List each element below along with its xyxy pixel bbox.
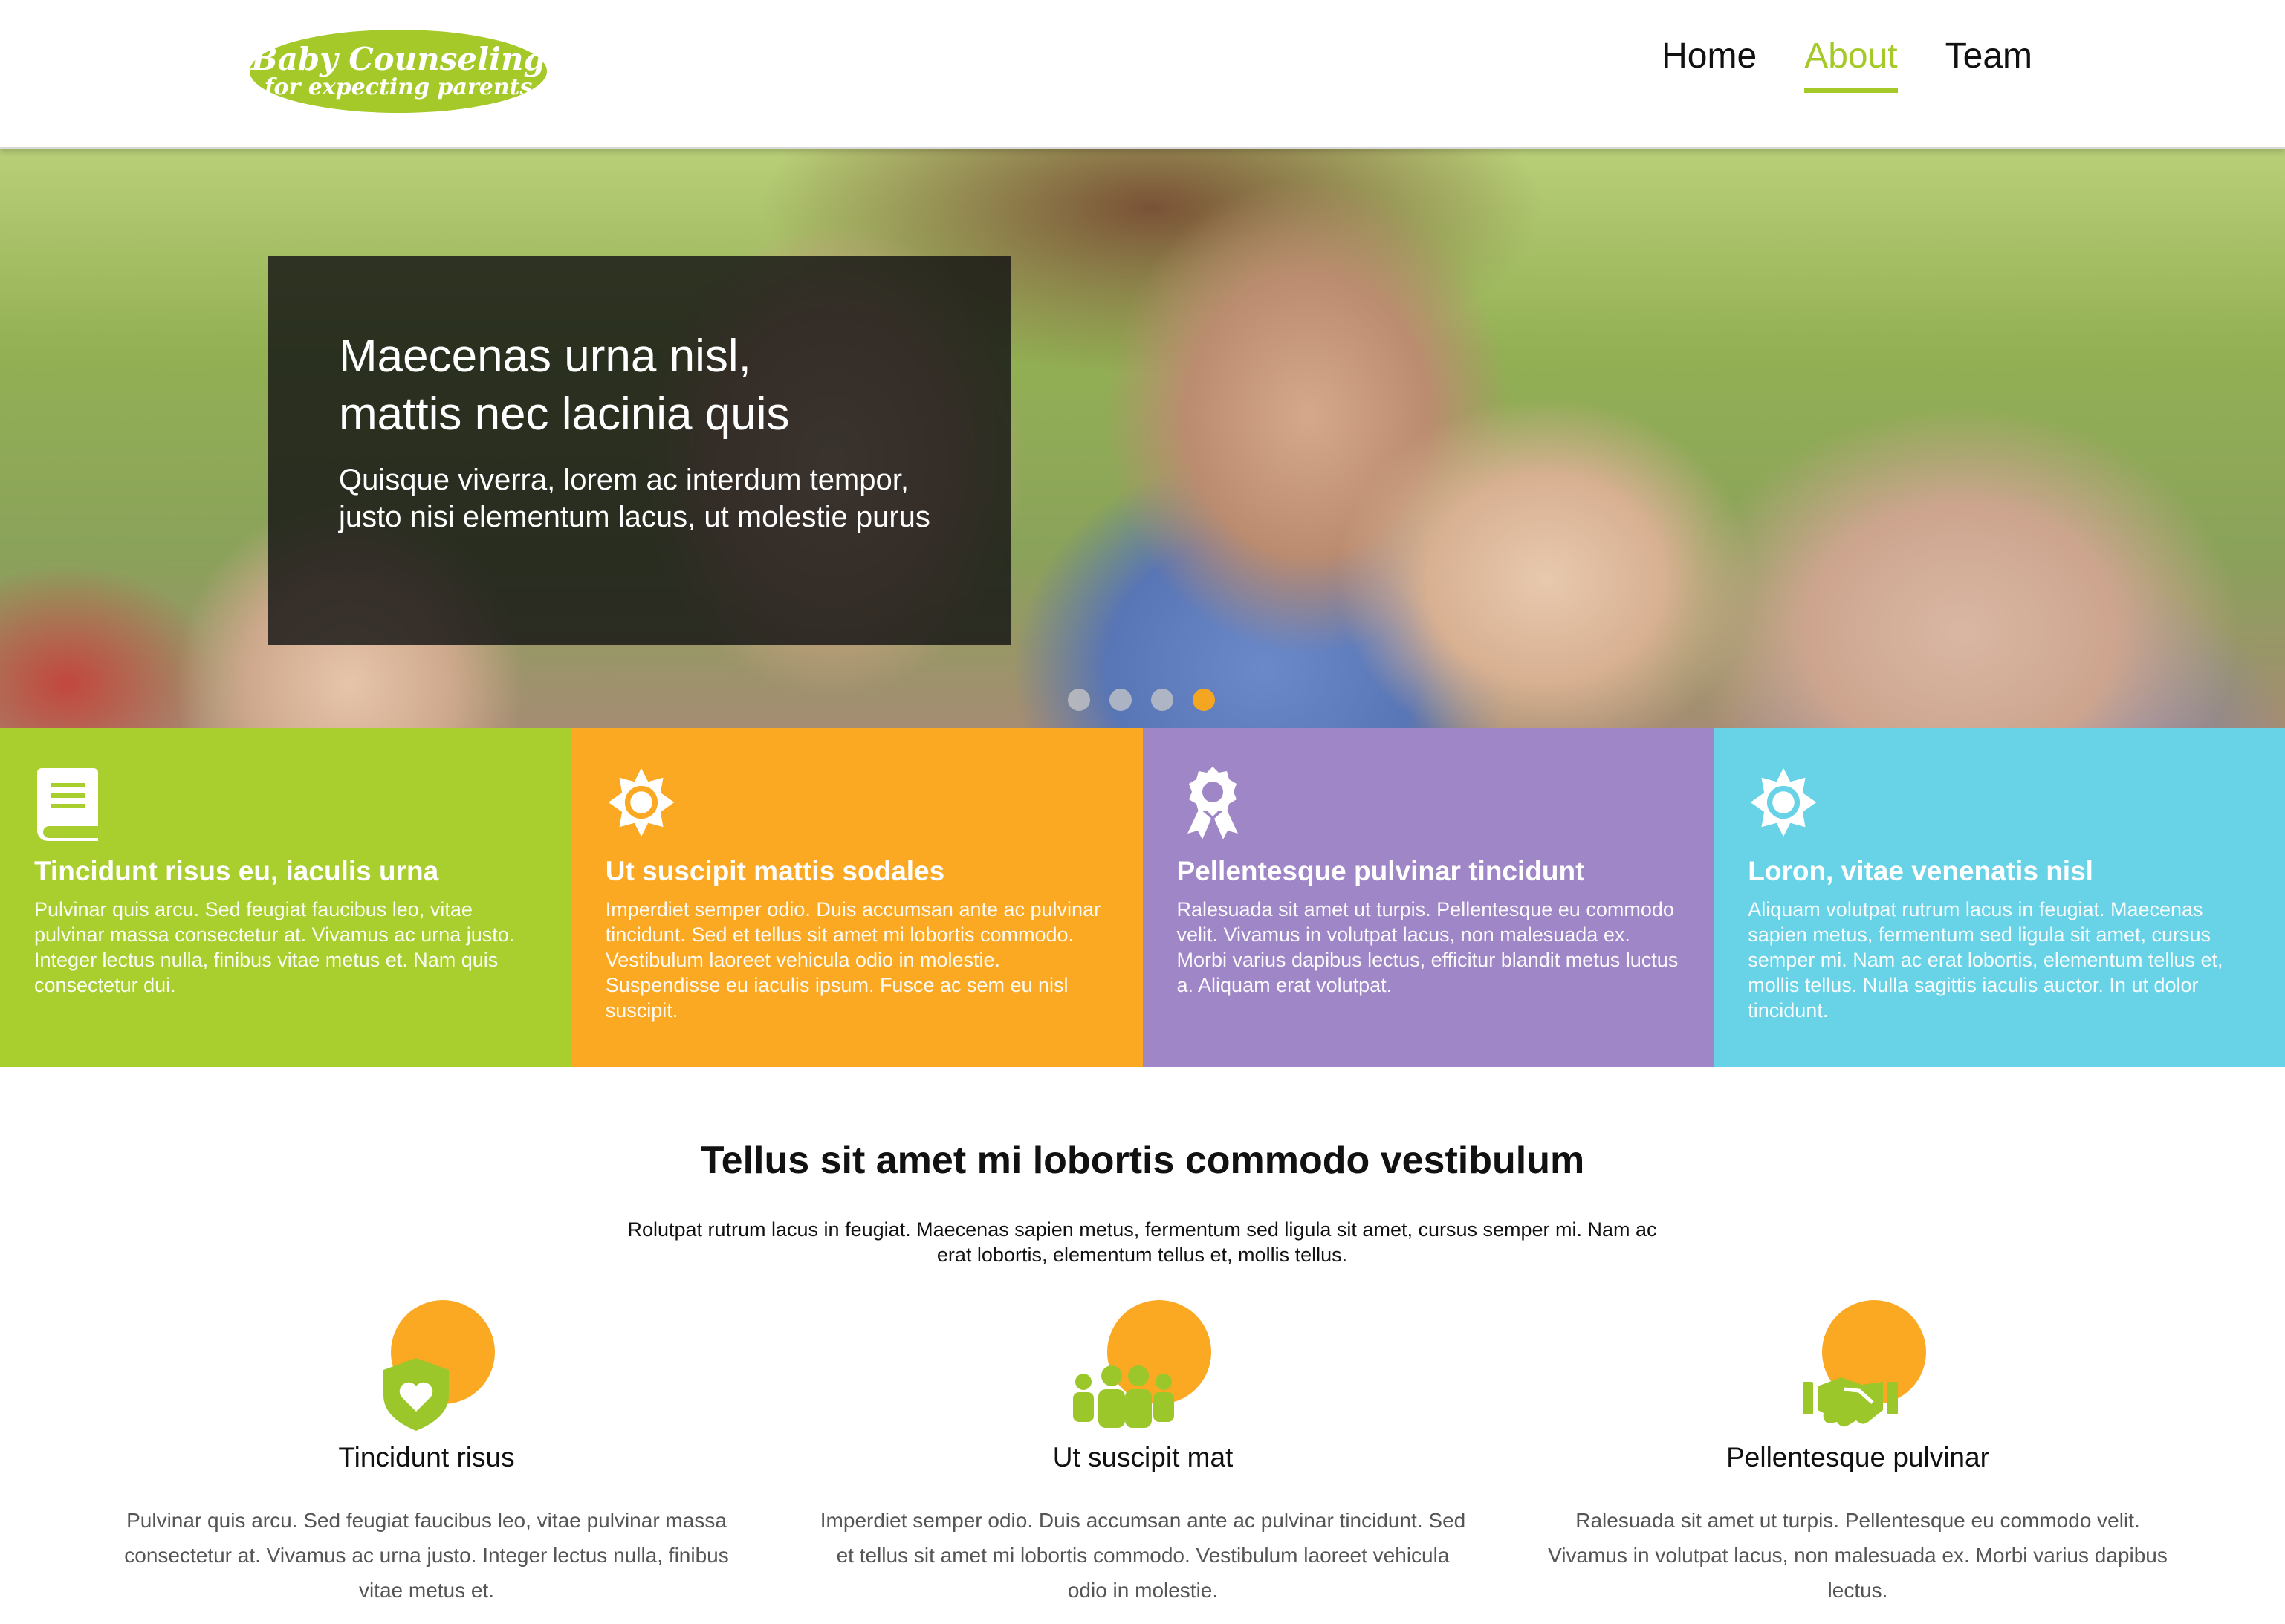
carousel-dot-2[interactable]	[1109, 689, 1132, 711]
feature-tile-3: Pellentesque pulvinar tincidunt Ralesuad…	[1142, 728, 1714, 1067]
service-columns: Tincidunt risus Pulvinar quis arcu. Sed …	[0, 1299, 2285, 1624]
carousel-dot-1[interactable]	[1068, 689, 1090, 711]
book-icon	[37, 768, 98, 841]
service-column-3: Pellentesque pulvinar Ralesuada sit amet…	[1523, 1299, 2192, 1608]
feature-tile-2: Ut suscipit mattis sodales Imperdiet sem…	[571, 728, 1143, 1067]
sun-icon	[608, 767, 675, 837]
services-section: Tellus sit amet mi lobortis commodo vest…	[0, 1067, 2285, 1624]
nav-about[interactable]: About	[1804, 36, 1899, 93]
feature-tile-title: Loron, vitae venenatis nisl	[1748, 856, 2093, 886]
carousel-indicators	[1068, 689, 1215, 711]
site-header: Baby Counseling for expecting parents Ho…	[0, 0, 2285, 149]
service-title: Tincidunt risus	[338, 1442, 515, 1472]
award-icon	[1187, 767, 1238, 839]
service-title: Ut suscipit mat	[1052, 1442, 1234, 1472]
hero-subtitle: Quisque viverra, lorem ac interdum tempo…	[339, 464, 930, 533]
feature-tile-title: Ut suscipit mattis sodales	[605, 856, 945, 886]
feature-tile-text: Aliquam volutpat rutrum lacus in feugiat…	[1748, 898, 2223, 1022]
logo-title: Baby Counseling	[251, 41, 545, 77]
nav-team[interactable]: Team	[1945, 36, 2032, 93]
hero-caption: Maecenas urna nisl, mattis nec lacinia q…	[268, 256, 1011, 645]
feature-tile-4: Loron, vitae venenatis nisl Aliquam volu…	[1714, 728, 2285, 1067]
feature-tile-1: Tincidunt risus eu, iaculis urna Pulvina…	[0, 728, 571, 1067]
feature-tile-title: Pellentesque pulvinar tincidunt	[1176, 856, 1585, 886]
family-icon	[1073, 1300, 1211, 1428]
feature-tiles: Tincidunt risus eu, iaculis urna Pulvina…	[0, 728, 2285, 1067]
carousel-dot-4[interactable]	[1193, 689, 1215, 711]
service-text: Ralesuada sit amet ut turpis. Pellentesq…	[1548, 1509, 2168, 1602]
feature-tile-title: Tincidunt risus eu, iaculis urna	[34, 856, 439, 886]
feature-tile-text: Pulvinar quis arcu. Sed feugiat faucibus…	[34, 898, 515, 996]
feature-tile-text: Imperdiet semper odio. Duis accumsan ant…	[605, 898, 1101, 1022]
logo-tagline: for expecting parents	[264, 74, 533, 100]
section-heading: Tellus sit amet mi lobortis commodo vest…	[700, 1139, 1585, 1182]
sun-icon	[1750, 767, 1817, 837]
service-title: Pellentesque pulvinar	[1726, 1442, 1989, 1472]
hero-banner: Maecenas urna nisl, mattis nec lacinia q…	[0, 149, 2285, 728]
carousel-dot-3[interactable]	[1151, 689, 1173, 711]
handshake-icon	[1803, 1300, 1926, 1427]
main-nav: Home About Team	[1662, 36, 2032, 93]
section-intro-text: Rolutpat rutrum lacus in feugiat. Maecen…	[627, 1218, 1657, 1266]
feature-tile-text: Ralesuada sit amet ut turpis. Pellentesq…	[1176, 898, 1679, 996]
service-text: Imperdiet semper odio. Duis accumsan ant…	[820, 1509, 1466, 1602]
nav-home[interactable]: Home	[1662, 36, 1757, 93]
service-column-1: Tincidunt risus Pulvinar quis arcu. Sed …	[92, 1299, 761, 1608]
hero-title: Maecenas urna nisl, mattis nec lacinia q…	[339, 328, 939, 444]
service-text: Pulvinar quis arcu. Sed feugiat faucibus…	[124, 1509, 729, 1602]
logo[interactable]: Baby Counseling for expecting parents	[250, 30, 547, 113]
hero-title-line2: mattis nec lacinia quis	[339, 389, 790, 440]
shield-heart-icon	[383, 1300, 495, 1431]
service-column-2: Ut suscipit mat Imperdiet semper odio. D…	[808, 1299, 1477, 1608]
hero-title-line1: Maecenas urna nisl,	[339, 331, 751, 382]
